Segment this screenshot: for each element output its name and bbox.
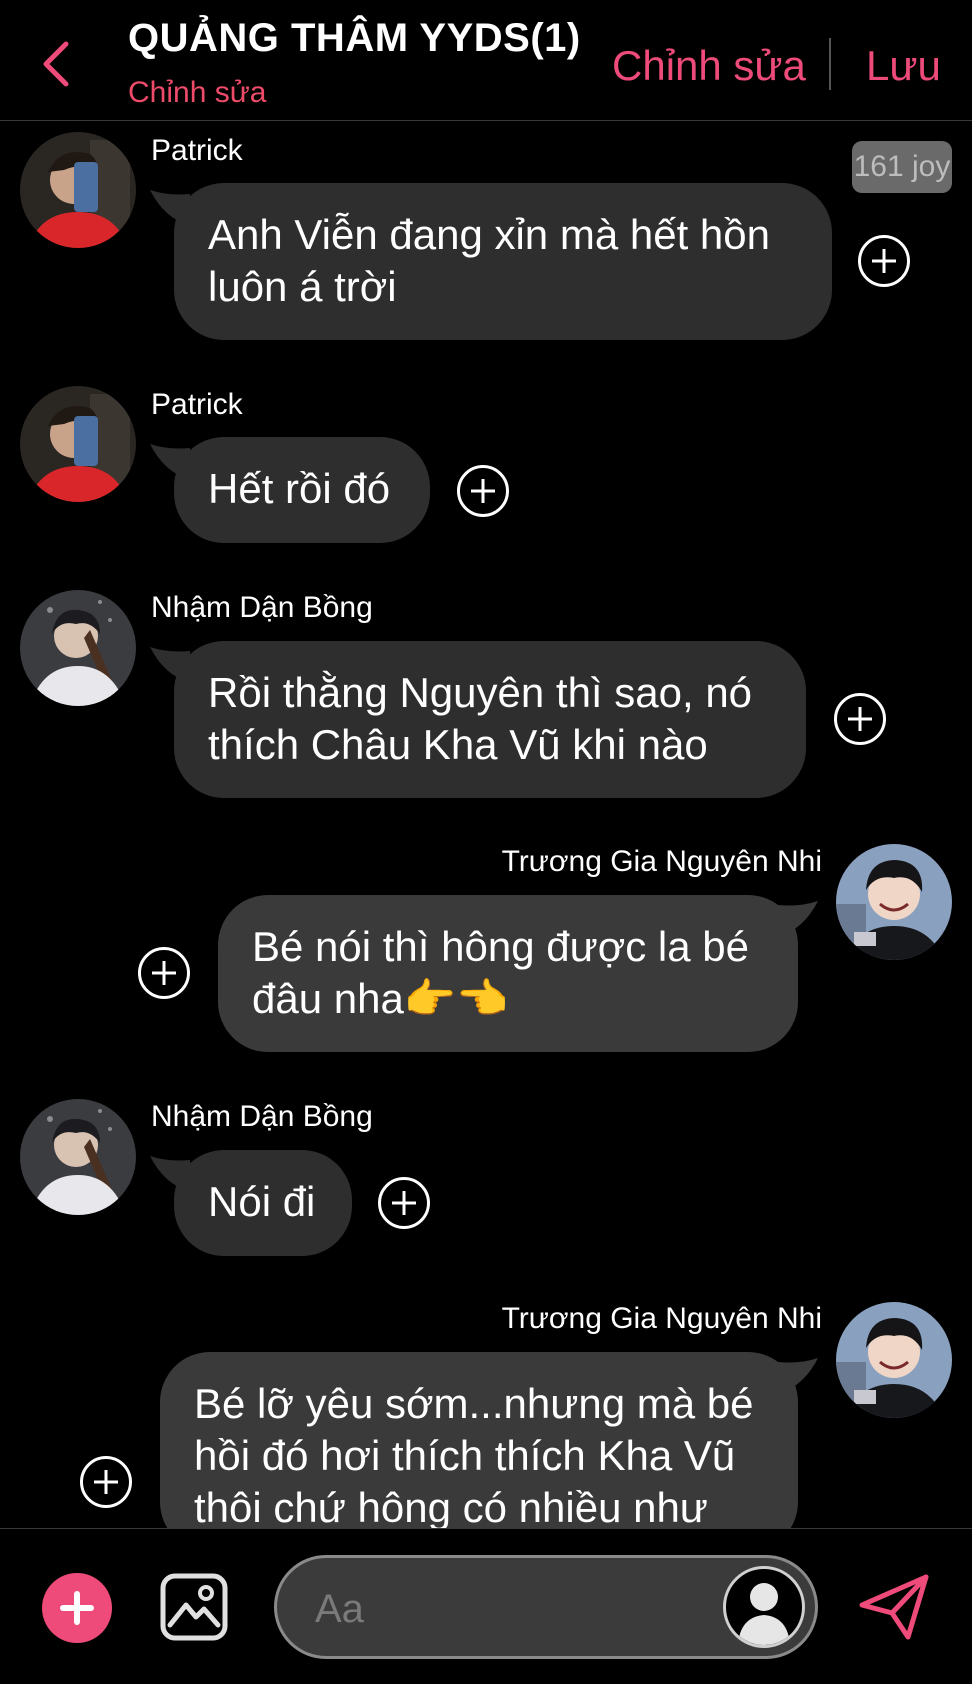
message-text-line: hồi đó hơi thích thích Kha Vũ — [194, 1432, 736, 1479]
sender-name: Patrick — [151, 388, 243, 421]
send-icon[interactable] — [856, 1571, 932, 1643]
user-silhouette-icon[interactable] — [723, 1566, 805, 1648]
message-text-line: Bé nói thì hông được la bé — [252, 923, 749, 970]
chevron-left-icon[interactable] — [36, 36, 76, 92]
header-bar: QUẢNG THÂM YYDS(1) Chỉnh sửa Chỉnh sửa L… — [0, 0, 972, 121]
message-bubble[interactable]: Nói đi — [174, 1150, 352, 1256]
avatar[interactable] — [20, 386, 136, 502]
plus-icon[interactable] — [42, 1573, 112, 1643]
sender-name: Nhậm Dận Bồng — [151, 1100, 373, 1133]
message-text-line: luôn á trời — [208, 263, 397, 310]
message-bubble[interactable]: Bé nói thì hông được la bé đâu nha👉👈 — [218, 895, 798, 1052]
message-text-line: Bé lỡ yêu sớm...nhưng mà bé — [194, 1380, 754, 1427]
sender-name: Patrick — [151, 134, 243, 167]
page-title: QUẢNG THÂM YYDS(1) — [128, 16, 581, 60]
sender-name: Trương Gia Nguyên Nhi — [501, 1302, 822, 1335]
joy-count-badge: 161 joy — [852, 141, 952, 193]
avatar[interactable] — [20, 590, 136, 706]
avatar[interactable] — [836, 844, 952, 960]
sender-name: Nhậm Dận Bồng — [151, 591, 373, 624]
message-text-line: thích Châu Kha Vũ khi nào — [208, 721, 708, 768]
message-text-line: Nói đi — [208, 1178, 316, 1225]
message-bubble[interactable]: Rồi thằng Nguyên thì sao, nó thích Châu … — [174, 641, 806, 798]
add-reaction-icon[interactable] — [80, 1456, 132, 1508]
add-reaction-icon[interactable] — [378, 1177, 430, 1229]
avatar[interactable] — [20, 1099, 136, 1215]
message-bubble[interactable]: Bé lỡ yêu sớm...nhưng mà bé hồi đó hơi t… — [160, 1352, 798, 1552]
avatar[interactable] — [20, 132, 136, 248]
add-reaction-icon[interactable] — [457, 465, 509, 517]
add-reaction-icon[interactable] — [138, 947, 190, 999]
message-text-line: Anh Viễn đang xỉn mà hết hồn — [208, 211, 770, 258]
header-divider — [829, 38, 831, 90]
sender-name: Trương Gia Nguyên Nhi — [501, 845, 822, 878]
add-reaction-icon[interactable] — [834, 693, 886, 745]
message-text-line: Hết rồi đó — [208, 465, 391, 512]
page-subtitle[interactable]: Chỉnh sửa — [128, 76, 267, 110]
message-text-line: đâu nha👉👈 — [252, 975, 509, 1022]
chat-screen: QUẢNG THÂM YYDS(1) Chỉnh sửa Chỉnh sửa L… — [0, 0, 972, 1684]
message-bubble[interactable]: Hết rồi đó — [174, 437, 430, 543]
save-button[interactable]: Lưu — [866, 42, 941, 90]
message-text-line: Rồi thằng Nguyên thì sao, nó — [208, 669, 753, 716]
message-text-line: thôi chứ hông có nhiều như — [194, 1484, 708, 1531]
avatar[interactable] — [836, 1302, 952, 1418]
composer-bar — [0, 1528, 972, 1684]
message-input[interactable] — [313, 1580, 697, 1638]
message-bubble[interactable]: Anh Viễn đang xỉn mà hết hồn luôn á trời — [174, 183, 832, 340]
message-input-wrapper — [274, 1555, 818, 1659]
image-icon[interactable] — [160, 1573, 228, 1641]
add-reaction-icon[interactable] — [858, 235, 910, 287]
edit-button[interactable]: Chỉnh sửa — [612, 42, 806, 90]
